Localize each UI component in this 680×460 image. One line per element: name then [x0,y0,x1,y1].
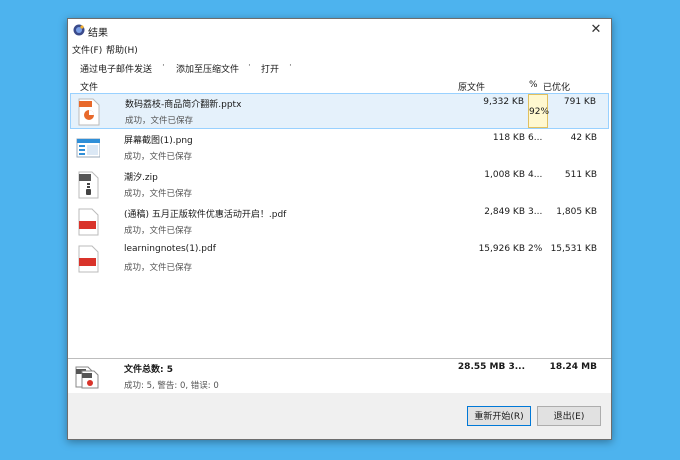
toolbar-separator: · [289,61,292,71]
column-file[interactable]: 文件 [80,80,98,93]
summary-row: 文件总数: 5 成功: 5, 警告: 0, 错误: 0 28.55 MB 3..… [68,358,611,394]
total-original-size: 28.55 MB 3... [457,362,525,372]
file-name: learningnotes(1).pdf [124,244,216,254]
file-percent: 3... [528,207,543,217]
file-original-size: 1,008 KB [484,170,525,180]
file-original-size: 118 KB [492,133,525,143]
menu-help[interactable]: 帮助(H) [106,43,138,56]
file-percent: 6... [528,133,543,143]
send-email-button[interactable]: 通过电子邮件发送 [80,62,152,75]
pdf-file-icon [78,208,99,236]
file-optimized-size: 511 KB [564,170,597,180]
pptx-file-icon [78,98,100,126]
file-row[interactable]: (通稿) 五月正版软件优惠活动开启！.pdf 成功，文件已保存 2,849 KB… [70,204,609,240]
file-status: 成功，文件已保存 [124,152,193,162]
app-icon [73,24,85,36]
file-status: 成功，文件已保存 [124,226,193,236]
file-original-size: 9,332 KB [483,97,524,107]
menu-file[interactable]: 文件(F) [72,43,102,56]
total-optimized-size: 18.24 MB [549,362,597,372]
zip-file-icon [78,171,99,199]
file-row[interactable]: 数码荔枝-商品简介翻新.pptx 成功，文件已保存 9,332 KB 92% 7… [70,93,609,129]
file-percent: 2% [528,244,543,254]
file-stack-icon [75,366,99,389]
button-bar: 重新开始(R) 退出(E) [68,393,611,439]
add-to-archive-button[interactable]: 添加至压缩文件 [176,62,239,75]
column-optimized[interactable]: 已优化 [543,80,570,93]
title-bar: 结果 ✕ [68,19,611,41]
file-status: 成功，文件已保存 [125,116,194,126]
restart-button[interactable]: 重新开始(R) [467,406,531,426]
toolbar-separator: · [162,61,165,71]
file-status: 成功，文件已保存 [124,263,193,273]
close-button[interactable]: ✕ [581,19,611,41]
pdf-file-icon [78,245,99,273]
column-header-row: 文件 原文件 % 已优化 [68,79,611,94]
results-window: 结果 ✕ 文件(F) 帮助(H) 通过电子邮件发送 · 添加至压缩文件 · 打开… [67,18,612,440]
png-file-icon [76,138,100,158]
file-list: 数码荔枝-商品简介翻新.pptx 成功，文件已保存 9,332 KB 92% 7… [68,93,611,358]
toolbar-separator: · [248,61,251,71]
window-title: 结果 [88,28,108,39]
file-name: 潮汐.zip [124,173,158,183]
file-original-size: 2,849 KB [484,207,525,217]
file-name: 数码荔枝-商品简介翻新.pptx [125,100,242,110]
file-row[interactable]: learningnotes(1).pdf 成功，文件已保存 15,926 KB … [70,241,609,277]
file-status: 成功，文件已保存 [124,189,193,199]
menu-bar: 文件(F) 帮助(H) [68,41,611,57]
column-percent[interactable]: % [529,80,538,90]
file-name: (通稿) 五月正版软件优惠活动开启！.pdf [124,210,287,220]
total-files-label: 文件总数: 5 [124,365,173,375]
file-row[interactable]: 屏幕截图(1).png 成功，文件已保存 118 KB 6... 42 KB [70,130,609,166]
file-optimized-size: 42 KB [570,133,597,143]
file-name: 屏幕截图(1).png [124,136,193,146]
toolbar: 通过电子邮件发送 · 添加至压缩文件 · 打开 · [68,57,611,79]
column-original[interactable]: 原文件 [458,80,485,93]
exit-button[interactable]: 退出(E) [537,406,601,426]
file-optimized-size: 791 KB [563,97,596,107]
file-original-size: 15,926 KB [478,244,525,254]
summary-status: 成功: 5, 警告: 0, 错误: 0 [124,381,219,391]
file-percent: 4... [528,170,543,180]
file-optimized-size: 15,531 KB [550,244,597,254]
file-percent: 92% [528,94,549,128]
open-button[interactable]: 打开 [261,62,279,75]
file-optimized-size: 1,805 KB [556,207,597,217]
file-row[interactable]: 潮汐.zip 成功，文件已保存 1,008 KB 4... 511 KB [70,167,609,203]
